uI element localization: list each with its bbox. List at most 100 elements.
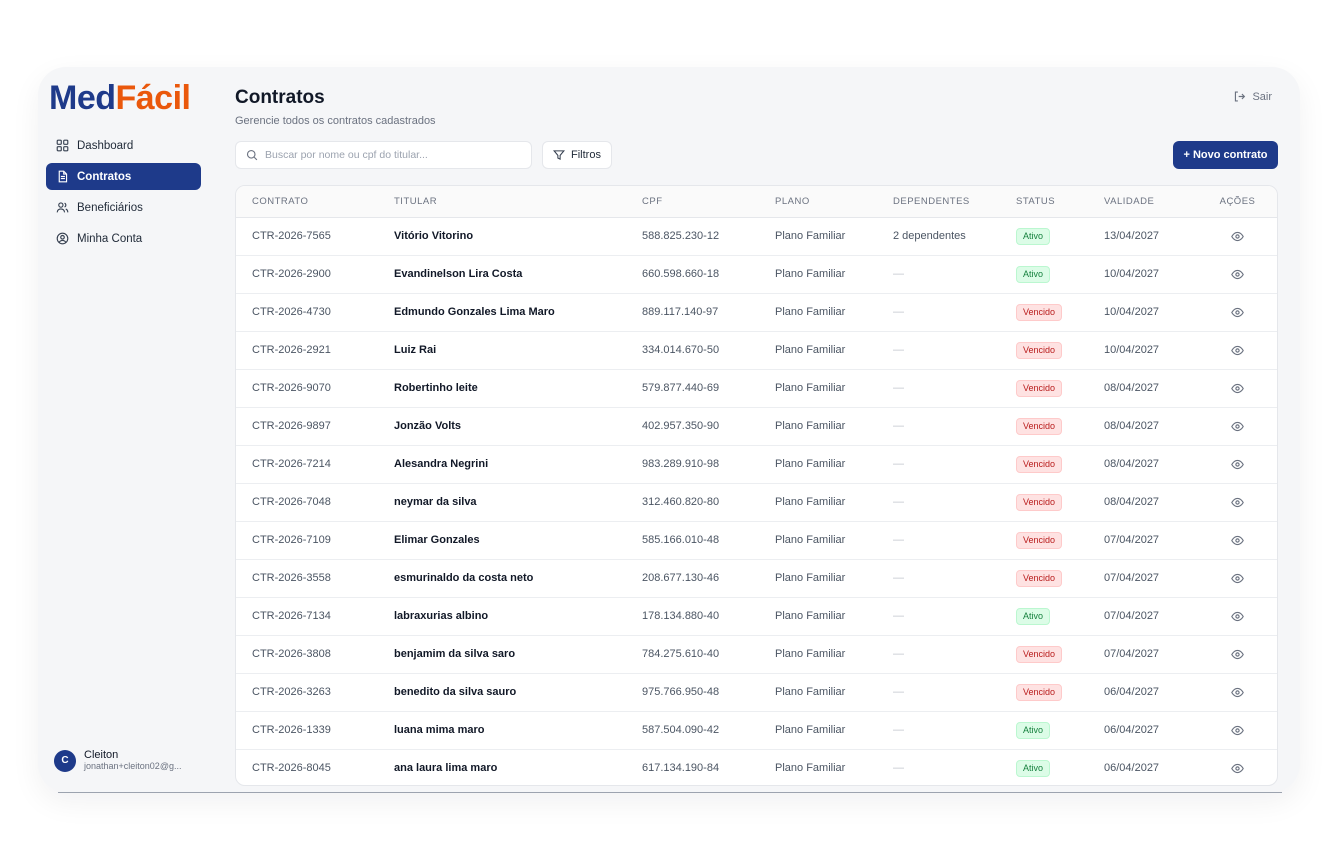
view-button[interactable] <box>1196 293 1277 332</box>
eye-icon[interactable] <box>1231 534 1244 547</box>
view-button[interactable] <box>1196 711 1277 750</box>
eye-icon[interactable] <box>1231 306 1244 319</box>
search-input[interactable] <box>265 149 515 161</box>
column-header-titular[interactable]: Titular <box>378 186 626 218</box>
cell-titular: esmurinaldo da costa neto <box>378 559 626 598</box>
column-header-status[interactable]: Status <box>1000 186 1088 218</box>
table-row[interactable]: CTR-2026-8045 ana laura lima maro 617.134.… <box>236 749 1277 785</box>
eye-icon[interactable] <box>1231 496 1244 509</box>
table-row[interactable]: CTR-2026-9070 Robertinho leite 579.877.440… <box>236 369 1277 408</box>
new-contract-button[interactable]: + Novo contrato <box>1173 141 1278 169</box>
cell-dependentes: — <box>877 711 1000 750</box>
table-row[interactable]: CTR-2026-2921 Luiz Rai 334.014.670-50 Plano… <box>236 331 1277 370</box>
eye-icon[interactable] <box>1231 458 1244 471</box>
table-row[interactable]: CTR-2026-7109 Elimar Gonzales 585.166.010-… <box>236 521 1277 560</box>
table-row[interactable]: CTR-2026-7134 labraxurias albino 178.134.8… <box>236 597 1277 636</box>
cell-status: Vencido <box>1000 293 1088 332</box>
sidebar-item-contratos[interactable]: Contratos <box>46 163 201 190</box>
cell-status: Vencido <box>1000 521 1088 560</box>
eye-icon[interactable] <box>1231 344 1244 357</box>
table-row[interactable]: CTR-2026-3808 benjamim da silva saro 784.2… <box>236 635 1277 674</box>
cell-contrato: CTR-2026-7565 <box>236 217 378 256</box>
cell-titular: ana laura lima maro <box>394 762 498 775</box>
table-row[interactable]: CTR-2026-2900 Evandinelson Lira Costa 660.… <box>236 255 1277 294</box>
status-badge: Vencido <box>1016 417 1063 435</box>
table-row[interactable]: CTR-2026-7048 neymar da silva 312.460.820-… <box>236 483 1277 522</box>
logout-icon <box>1235 91 1246 102</box>
table-row[interactable]: CTR-2026-7565 Vitório Vitorino 588.825.230… <box>236 217 1277 256</box>
cell-validade: 06/04/2027 <box>1088 673 1196 712</box>
cell-contrato: CTR-2026-8045 <box>252 762 331 775</box>
view-button[interactable] <box>1196 369 1277 408</box>
table-header-row: Contrato Titular CPF Plano Dependentes S… <box>236 186 1277 218</box>
cell-contrato: CTR-2026-1339 <box>236 711 378 750</box>
eye-icon[interactable] <box>1231 572 1244 585</box>
cell-validade: 07/04/2027 <box>1088 597 1196 636</box>
eye-icon[interactable] <box>1231 610 1244 623</box>
eye-icon[interactable] <box>1231 762 1244 775</box>
table-row[interactable]: CTR-2026-4730 Edmundo Gonzales Lima Maro 8… <box>236 293 1277 332</box>
column-header-plano[interactable]: Plano <box>759 186 877 218</box>
user-profile[interactable]: C Cleiton jonathan+cleiton02@g... <box>54 749 181 772</box>
eye-icon[interactable] <box>1231 382 1244 395</box>
view-button[interactable] <box>1196 445 1277 484</box>
eye-icon[interactable] <box>1231 724 1244 737</box>
view-button[interactable] <box>1196 255 1277 294</box>
brand-logo-part2: Fácil <box>115 79 191 117</box>
avatar: C <box>54 749 76 772</box>
cell-dependentes: — <box>877 673 1000 712</box>
cell-status: Vencido <box>1000 673 1088 712</box>
table-row[interactable]: CTR-2026-7214 Alesandra Negrini 983.289.91… <box>236 445 1277 484</box>
sidebar-item-dashboard[interactable]: Dashboard <box>46 132 201 159</box>
view-button[interactable] <box>1196 673 1277 712</box>
cell-status: Ativo <box>1000 217 1088 256</box>
table-row[interactable]: CTR-2026-3558 esmurinaldo da costa neto 20… <box>236 559 1277 598</box>
column-header-validade[interactable]: Validade <box>1088 186 1196 218</box>
eye-icon[interactable] <box>1231 230 1244 243</box>
brand-logo[interactable]: MedFácil <box>49 78 191 118</box>
sidebar-item-beneficiarios[interactable]: Beneficiários <box>46 194 201 221</box>
view-button[interactable] <box>1196 483 1277 522</box>
cell-contrato: CTR-2026-3808 <box>236 635 378 674</box>
view-button[interactable] <box>1196 331 1277 370</box>
table-row[interactable]: CTR-2026-1339 luana mima maro 587.504.090-… <box>236 711 1277 750</box>
view-button[interactable] <box>1196 521 1277 560</box>
cell-cpf: 588.825.230-12 <box>626 217 759 256</box>
cell-status: Ativo <box>1000 597 1088 636</box>
cell-contrato: CTR-2026-3263 <box>236 673 378 712</box>
cell-plano: Plano Familiar <box>759 255 877 294</box>
cell-validade: 07/04/2027 <box>1088 521 1196 560</box>
cell-plano: Plano Familiar <box>759 673 877 712</box>
cell-dependentes: — <box>877 331 1000 370</box>
cell-dependentes: — <box>893 762 904 775</box>
view-button[interactable] <box>1196 407 1277 446</box>
cell-validade: 10/04/2027 <box>1088 331 1196 370</box>
view-button[interactable] <box>1196 635 1277 674</box>
table-row[interactable]: CTR-2026-9897 Jonzão Volts 402.957.350-90 P… <box>236 407 1277 446</box>
logout-label: Sair <box>1252 90 1272 103</box>
sidebar-item-minha-conta[interactable]: Minha Conta <box>46 225 201 252</box>
column-header-contrato[interactable]: Contrato <box>236 186 378 218</box>
status-badge: Ativo <box>1016 227 1051 245</box>
cell-validade: 10/04/2027 <box>1088 293 1196 332</box>
eye-icon[interactable] <box>1231 268 1244 281</box>
cell-validade: 08/04/2027 <box>1088 369 1196 408</box>
cell-plano: Plano Familiar <box>775 762 846 775</box>
view-button[interactable] <box>1196 559 1277 598</box>
search-box[interactable] <box>235 141 532 169</box>
cell-validade: 06/04/2027 <box>1104 762 1160 775</box>
column-header-dependentes[interactable]: Dependentes <box>877 186 1000 218</box>
view-button[interactable] <box>1196 749 1277 785</box>
eye-icon[interactable] <box>1231 420 1244 433</box>
cell-contrato: CTR-2026-2921 <box>236 331 378 370</box>
logout-button[interactable]: Sair <box>1233 90 1272 103</box>
table-row[interactable]: CTR-2026-3263 benedito da silva sauro 975.… <box>236 673 1277 712</box>
view-button[interactable] <box>1196 217 1277 256</box>
filters-button[interactable]: Filtros <box>542 141 612 169</box>
status-badge: Ativo <box>1016 759 1051 777</box>
eye-icon[interactable] <box>1231 686 1244 699</box>
cell-contrato: CTR-2026-7048 <box>236 483 378 522</box>
column-header-cpf[interactable]: CPF <box>626 186 759 218</box>
eye-icon[interactable] <box>1231 648 1244 661</box>
view-button[interactable] <box>1196 597 1277 636</box>
